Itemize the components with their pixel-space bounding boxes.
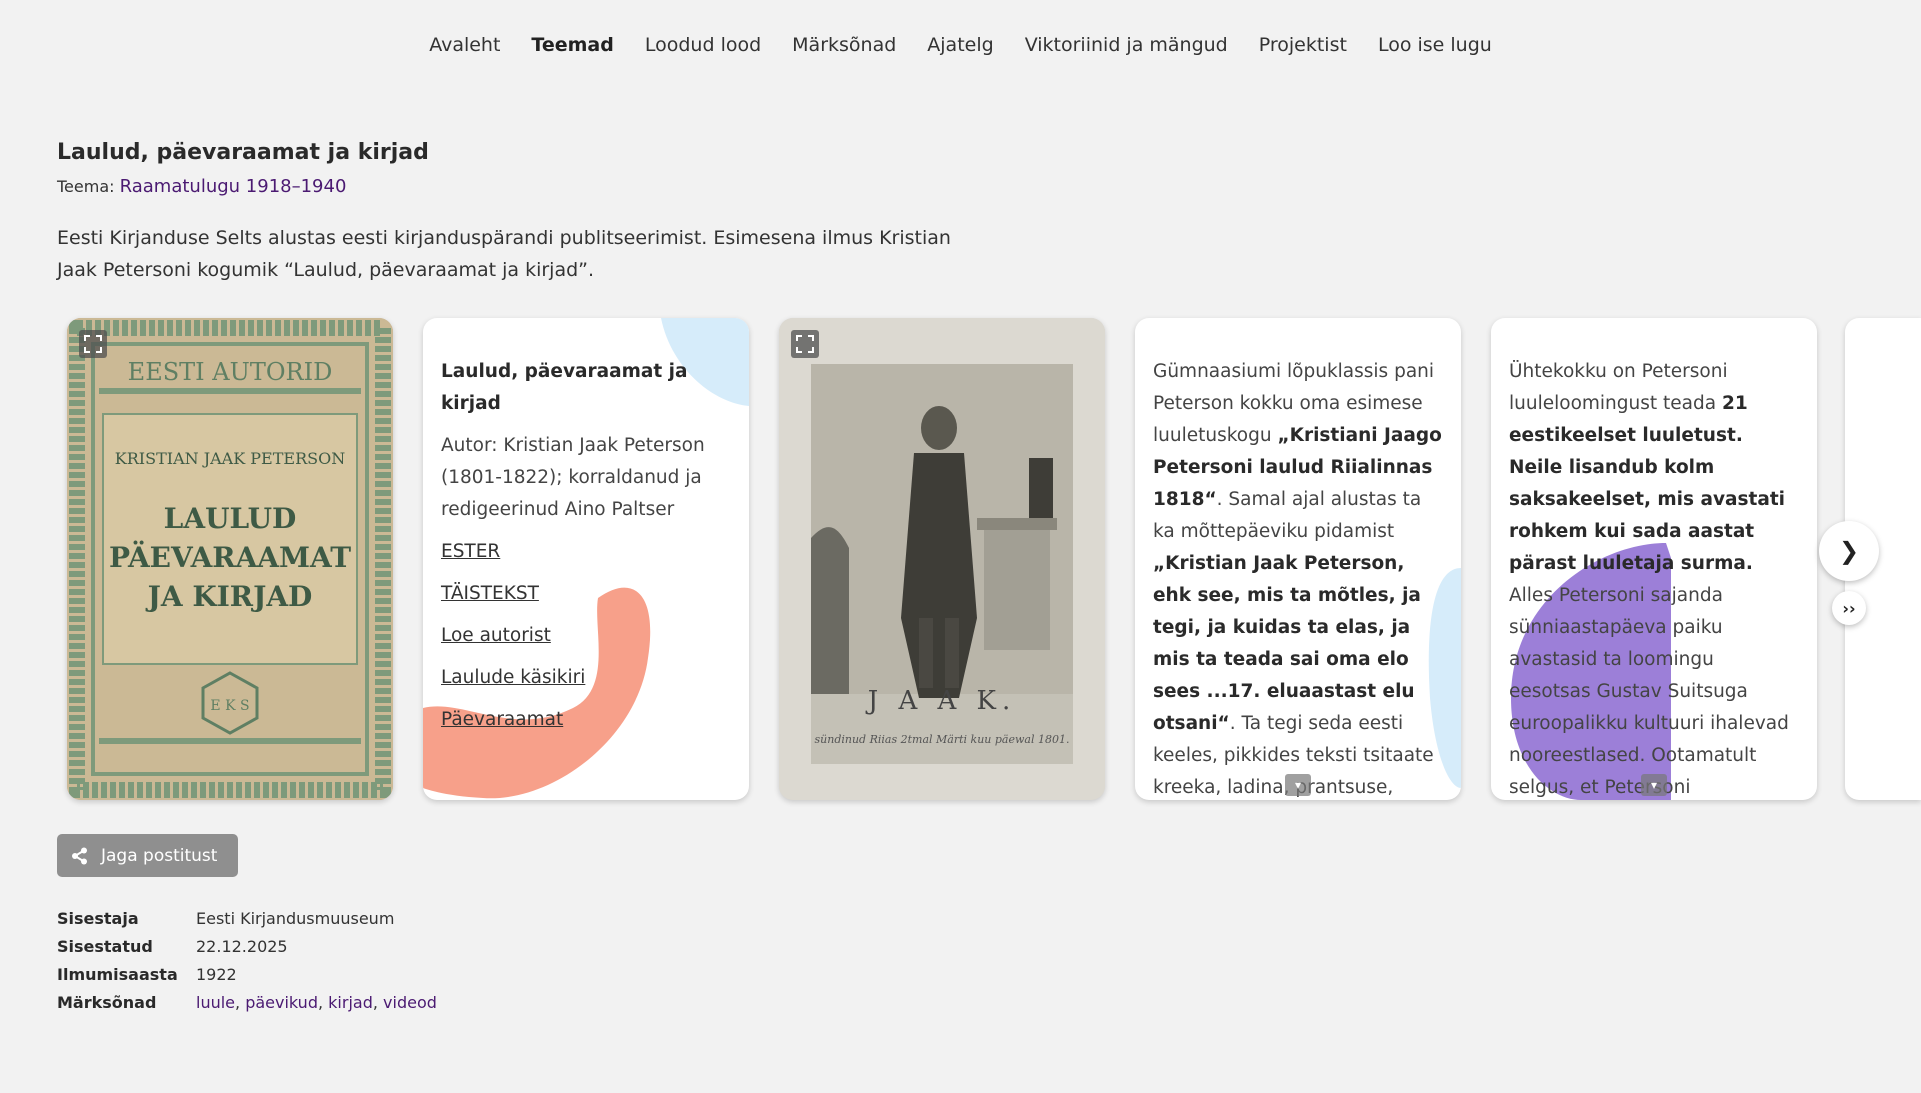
main-nav: Avaleht Teemad Loodud lood Märksõnad Aja… [0, 34, 1921, 56]
info-links-card: Laulud, päevaraamat ja kirjad Autor: Kri… [423, 318, 749, 800]
cover-title-line1: LAULUD [164, 502, 297, 535]
topic-label: Teema: [57, 177, 115, 196]
portrait-image-card[interactable]: J A A K. sündinud Riias 2tmal Märti kuu … [779, 318, 1105, 800]
chevron-down-icon[interactable]: ▾ [1285, 774, 1311, 796]
book-cover-image: EESTI AUTORID KRISTIAN JAAK PETERSON LAU… [67, 318, 393, 800]
meta-entered-by: Eesti Kirjandusmuuseum [196, 909, 395, 928]
cover-image-card[interactable]: EESTI AUTORID KRISTIAN JAAK PETERSON LAU… [67, 318, 393, 800]
double-chevron-right-icon: ›› [1842, 598, 1856, 618]
card5-bold-1: 21 eestikeelset luuletust. Neile lisandu… [1509, 393, 1786, 574]
meta-label-entered-by: Sisestaja [57, 909, 139, 928]
cover-logo: E K S [210, 698, 249, 714]
page-title: Laulud, päevaraamat ja kirjad [57, 140, 429, 165]
meta-keywords: luule, päevikud, kirjad, videod [196, 993, 437, 1012]
card-title: Laulud, päevaraamat ja kirjad [441, 361, 688, 414]
cover-title-line3: JA KIRJAD [145, 580, 313, 613]
keyword-link[interactable]: luule [196, 993, 235, 1012]
nav-marksonad[interactable]: Märksõnad [792, 34, 896, 56]
card5-text-1: Ühtekokku on Petersoni luuleloomingust t… [1509, 361, 1728, 414]
link-laulude-kasikiri[interactable]: Laulude käsikiri [441, 661, 731, 694]
card5-text-2: Alles Petersoni sajanda sünniaastapäeva … [1509, 585, 1789, 798]
text-card-poems: Ühtekokku on Petersoni luuleloomingust t… [1491, 318, 1817, 800]
chevron-down-icon[interactable]: ▾ [1641, 774, 1667, 796]
cover-title-line2: PÄEVARAAMAT [109, 540, 351, 574]
expand-icon[interactable] [79, 330, 107, 358]
link-ester[interactable]: ESTER [441, 535, 731, 568]
card4-bold-2: „Kristian Jaak Peterson, ehk see, mis ta… [1153, 553, 1421, 734]
meta-label-keywords: Märksõnad [57, 993, 157, 1012]
topic-link[interactable]: Raamatulugu 1918–1940 [120, 176, 347, 197]
meta-label-entered: Sisestatud [57, 937, 153, 956]
post-metadata: Sisestaja Eesti Kirjandusmuuseum Sisestat… [57, 905, 437, 1017]
keyword-link[interactable]: kirjad [328, 993, 373, 1012]
topic-line: Teema: Raamatulugu 1918–1940 [57, 176, 346, 197]
nav-ajatelg[interactable]: Ajatelg [927, 34, 993, 56]
nav-loo-ise-lugu[interactable]: Loo ise lugu [1378, 34, 1492, 56]
meta-year: 1922 [196, 965, 237, 984]
chevron-right-icon: ❯ [1838, 537, 1860, 565]
nav-avaleht[interactable]: Avaleht [429, 34, 500, 56]
expand-icon[interactable] [791, 330, 819, 358]
portrait-subcaption: sündinud Riias 2tmal Märti kuu päewal 18… [815, 733, 1070, 746]
nav-teemad[interactable]: Teemad [531, 34, 613, 56]
keyword-link[interactable]: videod [383, 993, 437, 1012]
nav-viktoriinid[interactable]: Viktoriinid ja mängud [1025, 34, 1228, 56]
meta-entered-date: 22.12.2025 [196, 937, 288, 956]
portrait-image: J A A K. sündinud Riias 2tmal Märti kuu … [779, 318, 1105, 800]
share-icon [72, 847, 87, 864]
portrait-caption: J A A K. [865, 686, 1016, 716]
link-loe-autorist[interactable]: Loe autorist [441, 619, 731, 652]
text-card-gymnasium: Gümnaasiumi lõpuklassis pani Peterson ko… [1135, 318, 1461, 800]
share-button-label: Jaga postitust [101, 845, 218, 866]
card-author: Autor: Kristian Jaak Peterson (1801-1822… [441, 435, 705, 520]
link-paevaraamat[interactable]: Päevaraamat [441, 703, 731, 736]
meta-label-year: Ilmumisaasta [57, 965, 178, 984]
carousel-next-button[interactable]: ❯ [1819, 521, 1879, 581]
cover-author-text: KRISTIAN JAAK PETERSON [115, 449, 345, 468]
intro-text: Eesti Kirjanduse Selts alustas eesti kir… [57, 227, 951, 281]
nav-projektist[interactable]: Projektist [1259, 34, 1347, 56]
keyword-link[interactable]: päevikud [245, 993, 318, 1012]
nav-loodud-lood[interactable]: Loodud lood [645, 34, 761, 56]
share-button[interactable]: Jaga postitust [57, 834, 238, 877]
cover-series-text: EESTI AUTORID [128, 358, 333, 386]
link-taistekst[interactable]: TÄISTEKST [441, 577, 731, 610]
carousel-last-button[interactable]: ›› [1832, 591, 1866, 625]
